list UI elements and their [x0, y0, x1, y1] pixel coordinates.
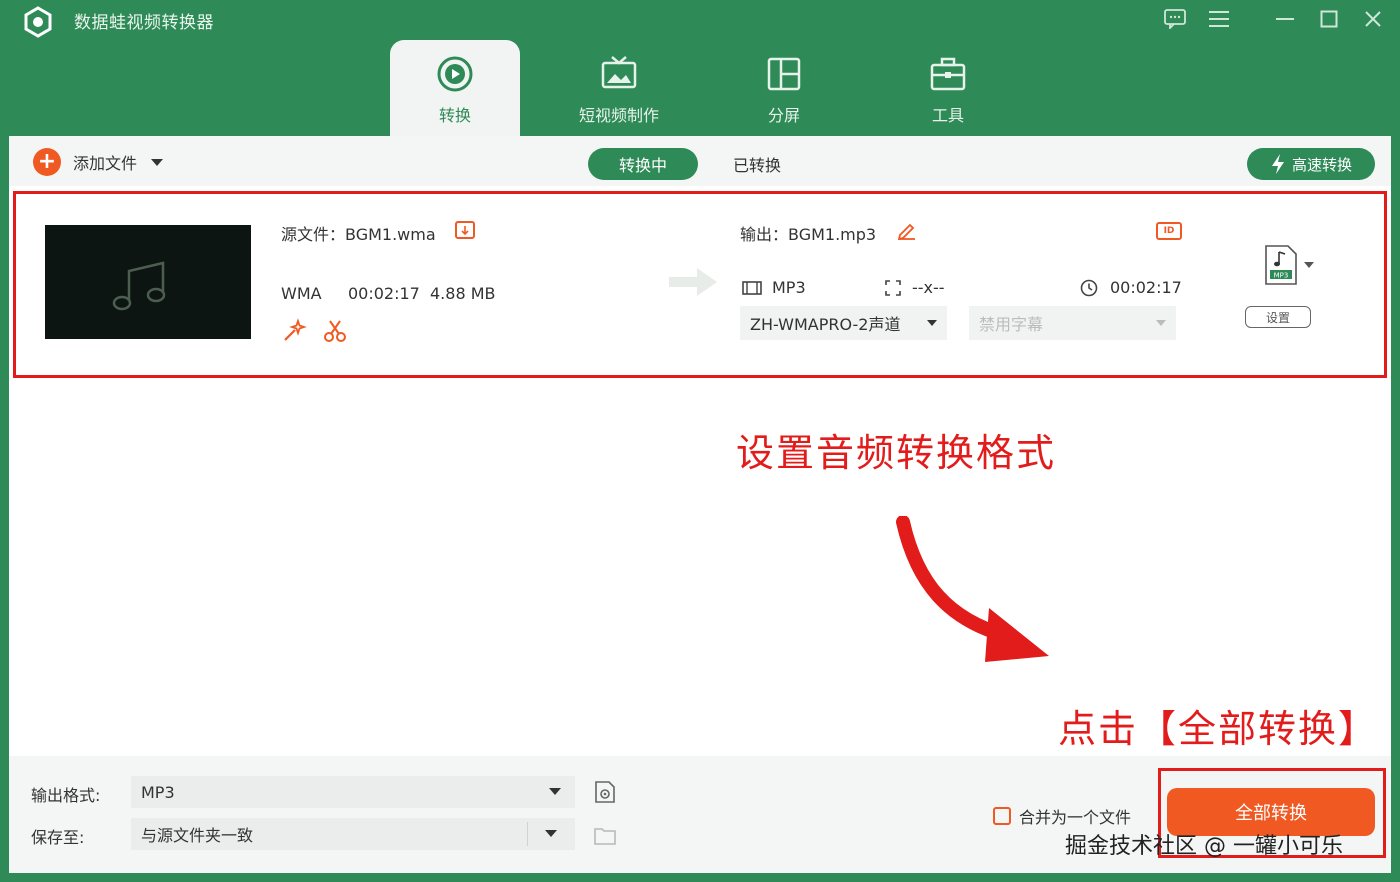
add-file-label: 添加文件 [73, 154, 138, 173]
toolbox-icon [930, 57, 966, 91]
merge-checkbox[interactable]: 合并为一个文件 [993, 804, 1131, 828]
main-panel: + 添加文件 转换中 已转换 高速转换 源文件：BGM1.wma WMA 00:… [9, 136, 1391, 873]
effects-wand-icon[interactable] [281, 318, 307, 344]
add-file-button[interactable]: + 添加文件 [33, 148, 164, 176]
tab-label: 短视频制作 [578, 106, 659, 125]
source-size: 4.88 MB [430, 284, 496, 303]
tab-tools[interactable]: 工具 [883, 40, 1013, 136]
annotation-click-convert: 点击【全部转换】 [1058, 707, 1379, 751]
file-row[interactable]: 源文件：BGM1.wma WMA 00:02:17 4.88 MB 输出：BGM… [13, 191, 1387, 378]
mp3-file-icon[interactable]: MP3 [1264, 244, 1298, 286]
checkbox[interactable] [993, 807, 1011, 825]
bottom-bar: 输出格式: MP3 保存至: 与源文件夹一致 合并为一个文件 全部转换 掘金技术… [9, 756, 1391, 873]
tab-short-video[interactable]: 短视频制作 [554, 40, 684, 136]
minimize-icon[interactable] [1272, 6, 1298, 32]
scissors-icon[interactable] [322, 318, 348, 344]
clock-icon [1080, 279, 1098, 296]
toolbar: + 添加文件 转换中 已转换 高速转换 [9, 136, 1391, 186]
output-resolution: --x-- [884, 278, 945, 297]
tab-convert[interactable]: 转换 [390, 40, 520, 136]
fast-convert-label: 高速转换 [1291, 155, 1352, 174]
resize-icon [885, 279, 901, 296]
chevron-down-icon [545, 830, 557, 837]
watermark-text: 掘金技术社区 @ 一罐小可乐 [1065, 834, 1343, 859]
fast-convert-button[interactable]: 高速转换 [1247, 148, 1375, 180]
app-title: 数据蛙视频转换器 [74, 13, 214, 33]
tab-converted[interactable]: 已转换 [733, 152, 781, 176]
chevron-down-icon[interactable] [1304, 262, 1314, 268]
tv-icon [601, 56, 637, 89]
split-screen-icon [767, 57, 801, 91]
music-note-icon [112, 261, 166, 311]
save-to-label: 保存至: [31, 828, 85, 847]
audio-track-select[interactable]: ZH-WMAPRO-2声道 [740, 306, 947, 340]
source-file-name: 源文件：BGM1.wma [281, 225, 436, 244]
app-logo-icon [24, 6, 52, 38]
output-format-select[interactable]: MP3 [131, 776, 575, 808]
select-divider [527, 822, 528, 846]
output-duration-value: 00:02:17 [1110, 278, 1182, 297]
output-format-label: 输出格式: [31, 786, 101, 805]
source-format: WMA [281, 284, 322, 303]
chevron-down-icon [549, 788, 561, 795]
output-format-value: MP3 [772, 278, 806, 297]
save-to-value: 与源文件夹一致 [141, 826, 254, 845]
id-badge-icon[interactable]: ID [1156, 222, 1182, 240]
menu-icon[interactable] [1206, 6, 1232, 32]
title-bar: 数据蛙视频转换器 [0, 0, 1400, 40]
mp3-file-icon-label: MP3 [1274, 272, 1289, 280]
feedback-icon[interactable] [1162, 6, 1188, 32]
tab-label: 转换 [438, 106, 471, 125]
tab-label: 分屏 [767, 106, 800, 125]
curved-arrow-icon [896, 516, 1049, 662]
source-duration: 00:02:17 [348, 284, 420, 303]
info-icon[interactable] [455, 221, 475, 239]
close-icon[interactable] [1360, 6, 1386, 32]
chevron-down-icon [1156, 320, 1166, 326]
tab-split-screen[interactable]: 分屏 [719, 40, 849, 136]
plus-icon: + [33, 148, 61, 176]
arrow-right-icon [669, 268, 717, 296]
audio-track-value: ZH-WMAPRO-2声道 [750, 315, 901, 334]
save-to-select[interactable]: 与源文件夹一致 [131, 818, 575, 850]
convert-icon [437, 56, 473, 92]
output-resolution-value: --x-- [912, 278, 945, 297]
maximize-icon[interactable] [1316, 6, 1342, 32]
merge-label: 合并为一个文件 [1019, 808, 1132, 827]
subtitle-select[interactable]: 禁用字幕 [969, 306, 1176, 340]
lightning-icon [1271, 154, 1284, 174]
chevron-down-icon [927, 320, 937, 326]
format-settings-icon[interactable] [593, 780, 617, 804]
output-format-select-value: MP3 [141, 782, 175, 802]
settings-button[interactable]: 设置 [1245, 306, 1311, 328]
audio-thumbnail[interactable] [45, 225, 251, 339]
folder-icon[interactable] [593, 824, 617, 848]
chevron-down-icon[interactable] [151, 158, 164, 166]
subtitle-value: 禁用字幕 [979, 315, 1044, 334]
tab-converting[interactable]: 转换中 [588, 148, 698, 180]
tab-label: 工具 [931, 106, 964, 125]
film-icon [742, 280, 762, 295]
output-duration: 00:02:17 [1080, 278, 1182, 297]
annotation-set-format: 设置音频转换格式 [736, 431, 1057, 475]
pencil-icon[interactable] [897, 220, 917, 240]
output-format: MP3 [742, 278, 806, 297]
output-file-name: 输出：BGM1.mp3 [740, 225, 877, 244]
